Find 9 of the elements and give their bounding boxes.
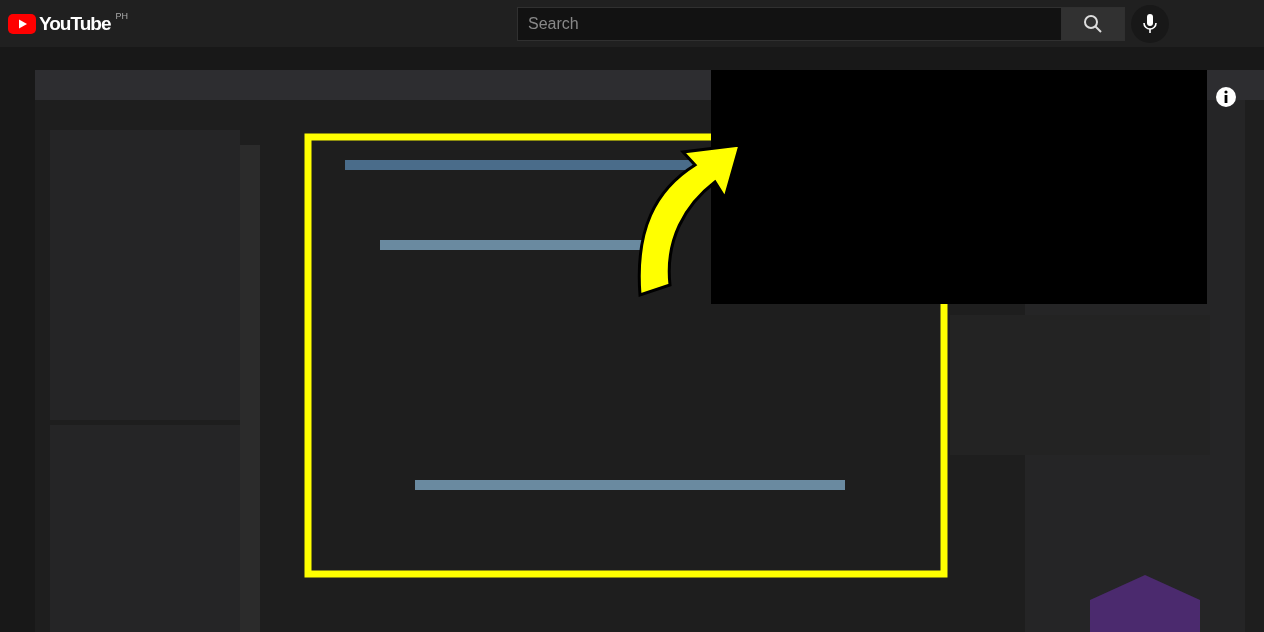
search-field[interactable]: Search [517, 6, 1062, 41]
logo-text[interactable]: YouTube [39, 12, 111, 35]
country-code: PH [115, 10, 128, 21]
voice-search-button[interactable] [1131, 4, 1169, 43]
youtube-logo-icon[interactable] [8, 13, 36, 34]
microphone-icon [1143, 13, 1157, 34]
search-button[interactable] [1062, 6, 1125, 41]
info-icon[interactable] [1215, 86, 1237, 108]
search-icon [1083, 13, 1103, 34]
